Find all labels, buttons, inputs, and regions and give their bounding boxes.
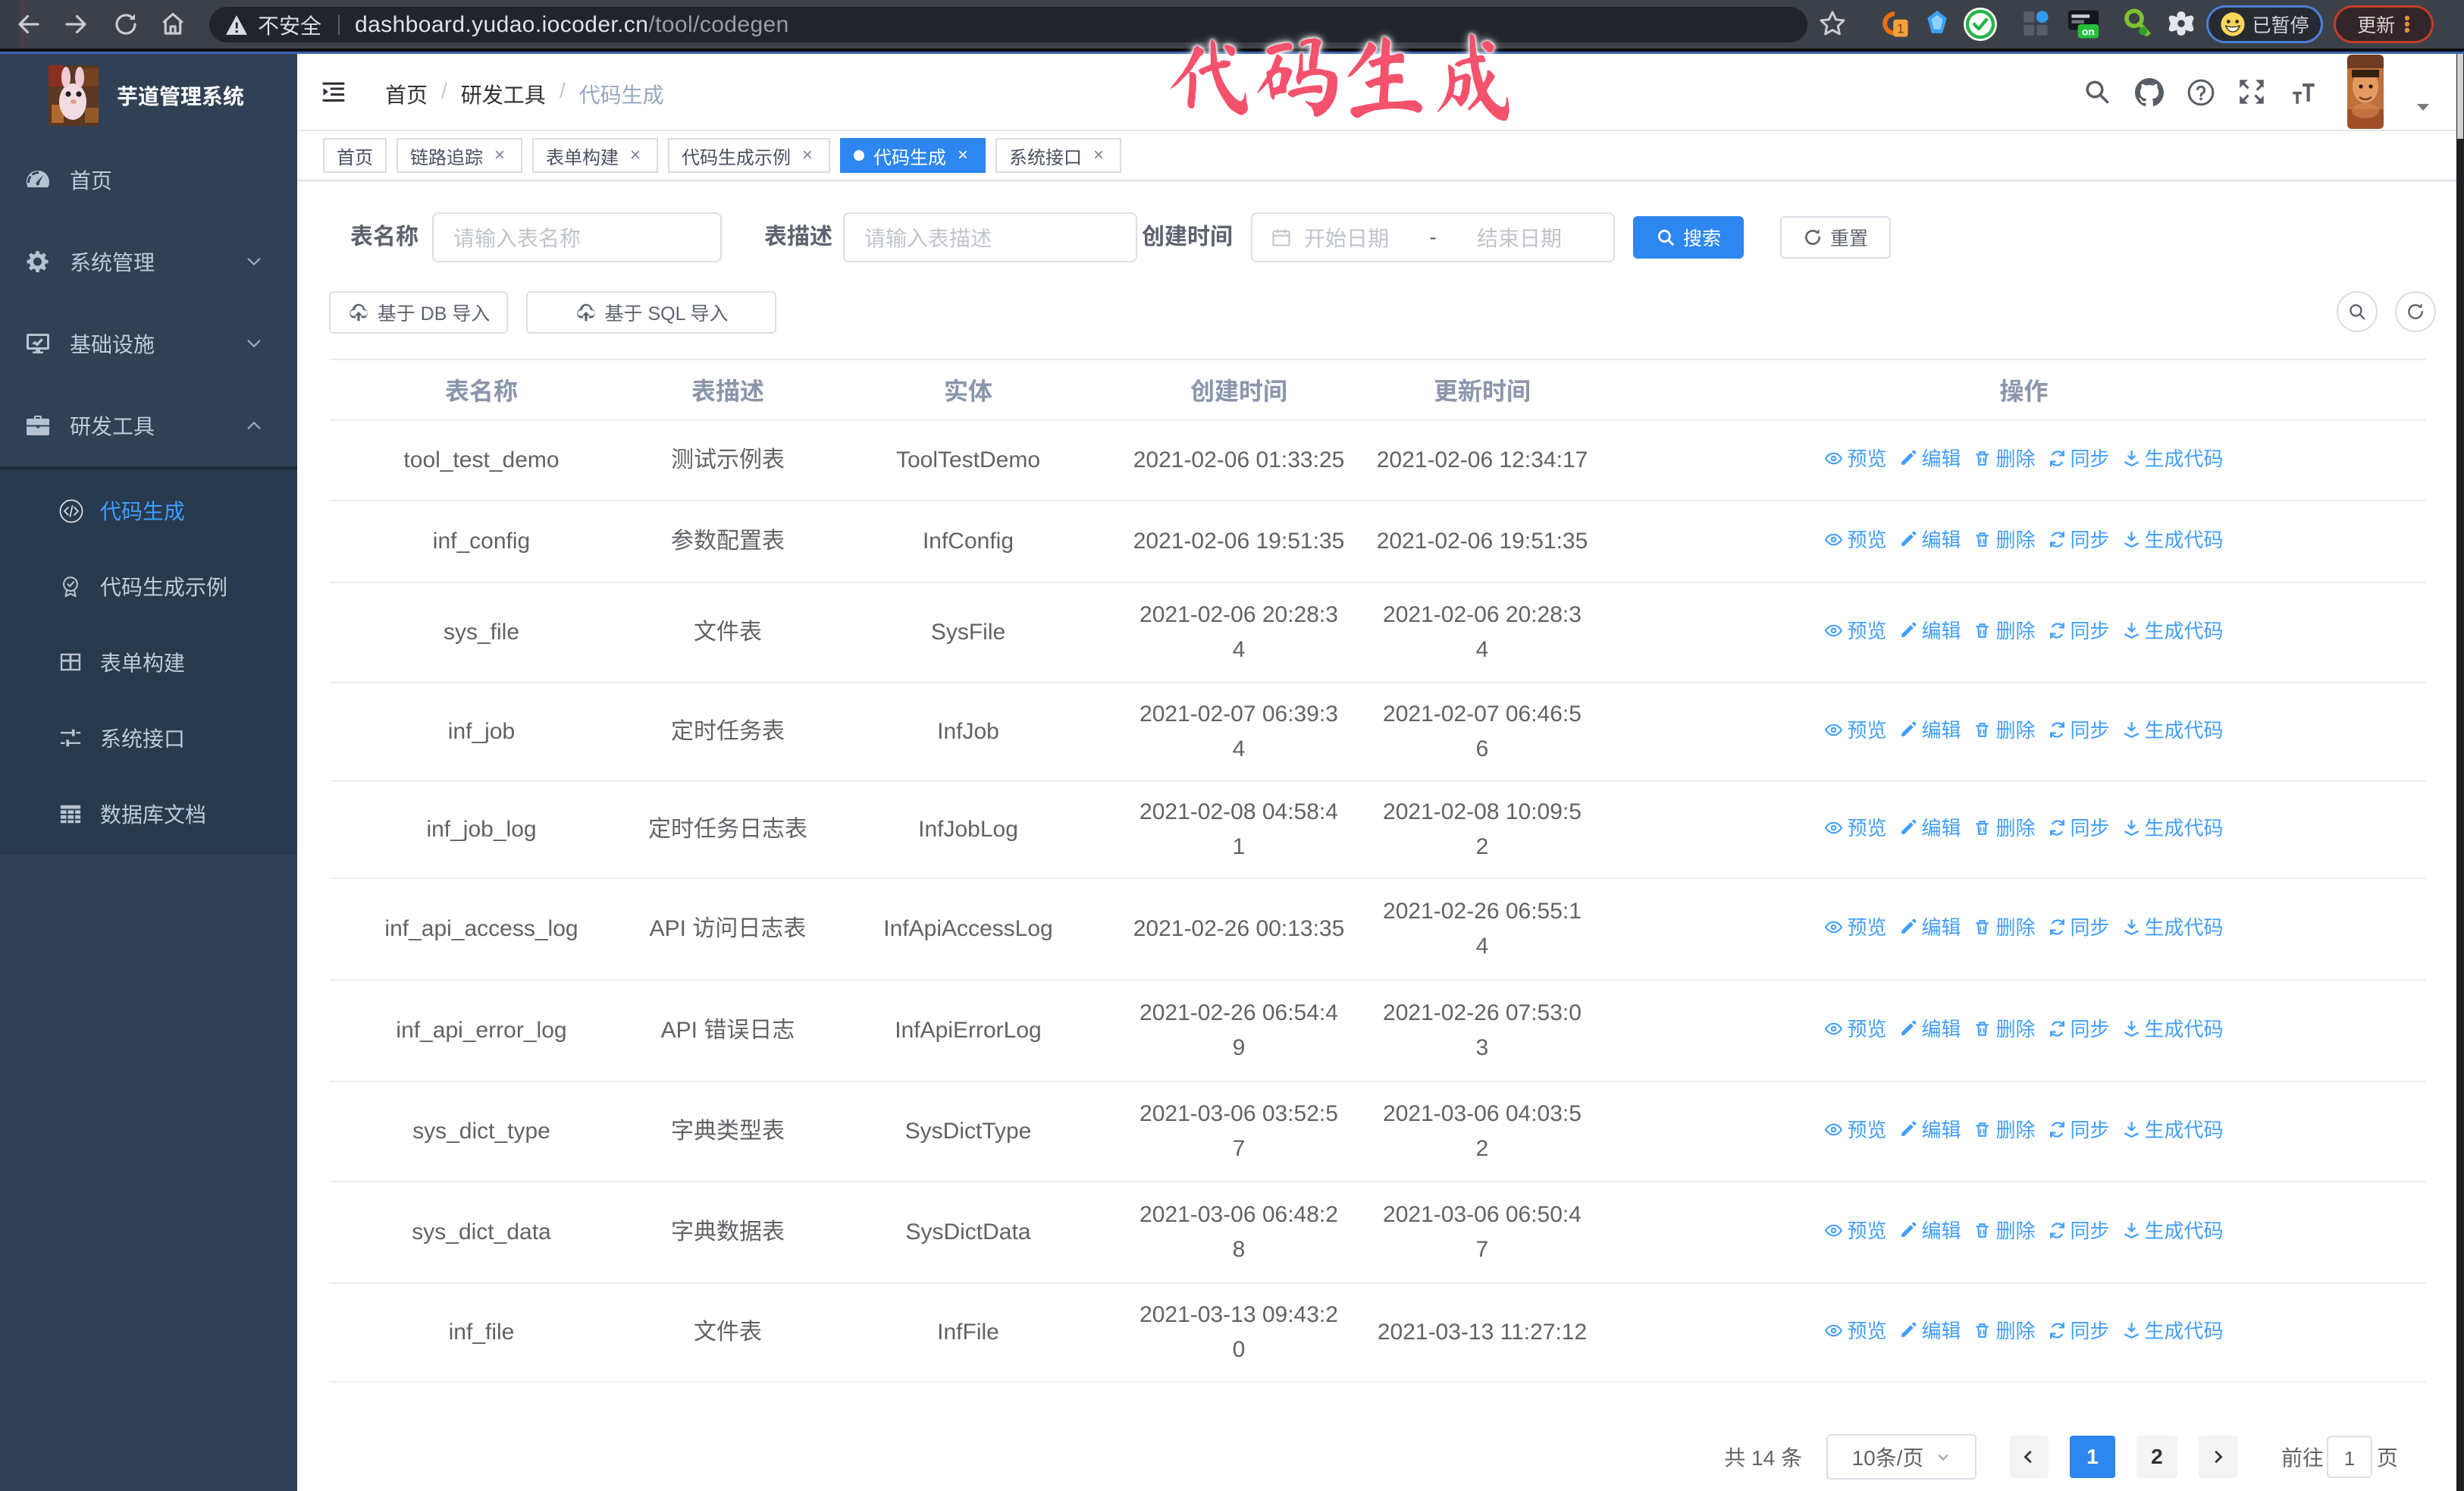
svg-text:1: 1	[1897, 20, 1904, 36]
svg-text:on: on	[2082, 27, 2095, 38]
